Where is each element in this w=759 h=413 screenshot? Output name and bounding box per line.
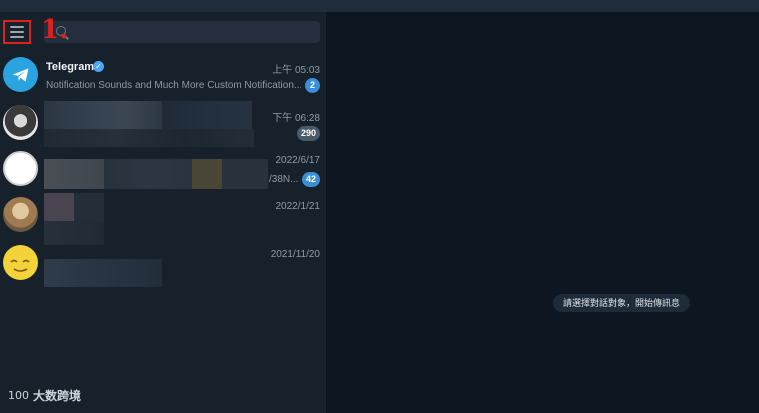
blurred-content	[44, 101, 162, 129]
blurred-content	[192, 159, 222, 189]
chat-item-5[interactable]: 2021/11/20	[0, 241, 327, 287]
window-titlebar	[0, 0, 759, 12]
unread-badge: 290	[296, 126, 320, 141]
logo-avatar	[3, 151, 38, 186]
watermark-text: 大数跨境	[33, 389, 82, 403]
chat-preview: Notification Sounds and Much More Custom…	[46, 80, 301, 91]
blurred-content	[222, 159, 268, 189]
chat-name: Telegram	[46, 61, 95, 73]
search-input[interactable]	[44, 21, 320, 43]
chat-time: 下午 06:28	[272, 113, 320, 124]
unread-badge: 2	[305, 78, 320, 93]
chat-item-3[interactable]: /38N... 2022/6/17 42	[0, 147, 327, 193]
user-avatar	[3, 197, 38, 232]
watermark: 100 大数跨境	[8, 387, 81, 404]
blurred-content	[44, 159, 104, 189]
chat-item-2[interactable]: 下午 06:28 290	[0, 101, 327, 147]
user-avatar	[3, 105, 38, 140]
chat-item-telegram[interactable]: Telegram ✓ Notification Sounds and Much …	[0, 53, 327, 99]
chat-pane	[328, 12, 759, 413]
blurred-content	[44, 259, 162, 287]
blurred-content	[104, 159, 192, 189]
telegram-avatar	[3, 57, 38, 92]
paper-plane-icon	[12, 67, 28, 82]
blurred-content	[162, 101, 252, 129]
smiley-icon	[10, 259, 30, 272]
chat-item-4[interactable]: 2022/1/21	[0, 193, 327, 245]
menu-icon	[10, 26, 24, 28]
unread-badge: 42	[301, 172, 320, 187]
verified-check-icon: ✓	[93, 61, 104, 72]
chat-time: 上午 05:03	[272, 65, 320, 76]
chat-time: 2022/1/21	[275, 201, 321, 212]
chat-list-sidebar: 1. Telegram ✓ Notification Sounds and Mu…	[0, 12, 327, 413]
chat-time: 2021/11/20	[270, 249, 320, 260]
step-annotation-label: 1.	[41, 15, 69, 45]
blurred-content	[44, 129, 254, 147]
chat-time: 2022/6/17	[275, 155, 321, 166]
blurred-content	[44, 193, 74, 221]
emoji-avatar	[3, 245, 38, 280]
hamburger-menu-button[interactable]	[3, 20, 31, 44]
chat-preview: /38N...	[269, 174, 299, 185]
select-chat-hint: 請選擇對話對象，開始傳訊息	[553, 294, 691, 312]
watermark-logo-icon: 100	[8, 389, 29, 402]
blurred-content	[74, 193, 104, 221]
